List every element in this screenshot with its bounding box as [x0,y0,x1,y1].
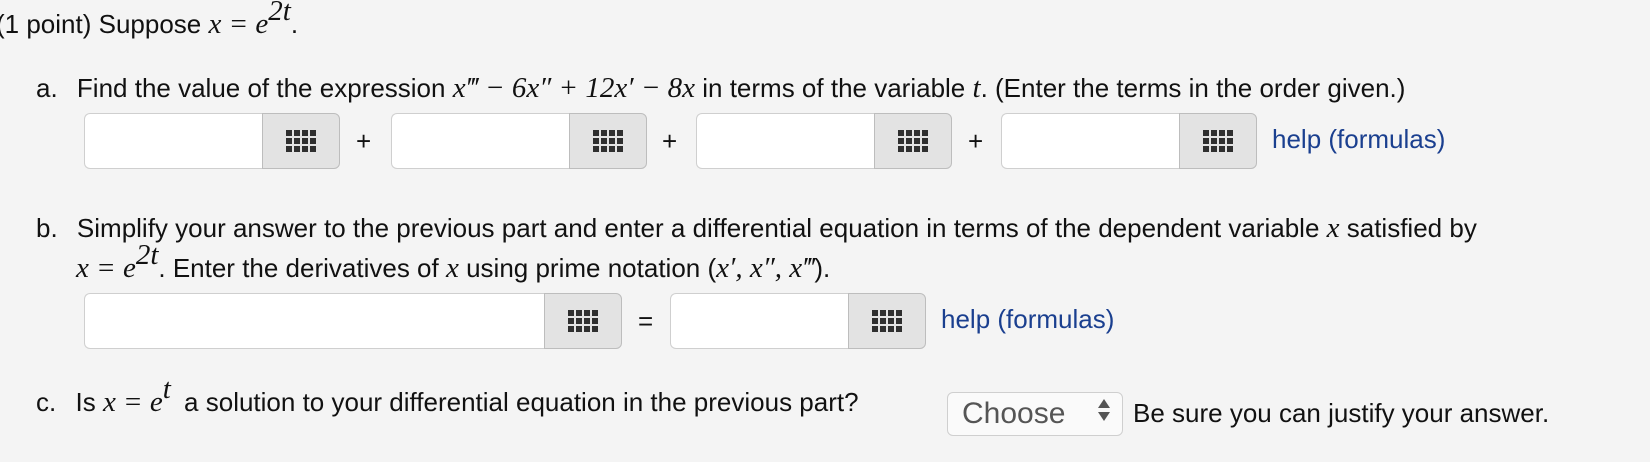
part-a-answer-2 [391,113,647,169]
equation-editor-button[interactable] [848,293,926,349]
point-label: (1 point) Suppose [0,9,202,39]
part-a-variable: t [972,72,981,104]
part-b-text-line-2: x = e2t. Enter the derivatives of x usin… [76,239,831,285]
grid-icon [1203,130,1233,152]
equation-editor-button[interactable] [569,113,647,169]
part-a-text: a. Find the value of the expression x‴ −… [36,72,1406,104]
answer-select[interactable]: Choose [947,392,1123,436]
part-b-left-input[interactable] [84,293,544,349]
equation-editor-button[interactable] [544,293,622,349]
grid-icon [568,310,598,332]
help-formulas-link[interactable]: help (formulas) [1272,124,1445,155]
help-formulas-link[interactable]: help (formulas) [941,304,1114,335]
grid-icon [286,130,316,152]
plus-sign: + [968,126,984,156]
plus-sign: + [662,126,678,156]
part-c-marker: c. [36,387,57,417]
equation-editor-button[interactable] [262,113,340,169]
plus-sign: + [356,126,372,156]
grid-icon [872,310,902,332]
select-value: Choose [962,397,1066,430]
part-a-input-2[interactable] [391,113,569,169]
part-a-answer-1 [84,113,340,169]
part-b-right-input[interactable] [670,293,848,349]
equals-sign: = [638,306,654,336]
equation-editor-button[interactable] [1179,113,1257,169]
header-exponent: 2t [268,0,291,27]
part-a-input-4[interactable] [1001,113,1179,169]
prime-notation: x′, x″, x‴ [716,252,815,284]
part-a-input-3[interactable] [696,113,874,169]
part-b-text-line-1: b. Simplify your answer to the previous … [36,212,1477,244]
header-equation: x = e [208,8,269,40]
part-a-input-1[interactable] [84,113,262,169]
equation-editor-button[interactable] [874,113,952,169]
part-a-marker: a. [36,73,58,103]
part-b-equation: x = e [76,252,136,284]
part-b-marker: b. [36,213,58,243]
grid-icon [898,130,928,152]
select-arrows-icon [1098,399,1110,421]
part-a-answer-4 [1001,113,1257,169]
part-c-equation: x = e [102,386,163,418]
part-c-text: c. Is x = et a solution to your differen… [36,373,859,419]
problem-header: (1 point) Suppose x = e2t. [0,0,298,41]
part-a-answer-3 [696,113,952,169]
part-a-expression: x‴ − 6x″ + 12x′ − 8x [452,72,696,104]
grid-icon [593,130,623,152]
part-b-left-answer [84,293,622,349]
part-c-trailing-text: Be sure you can justify your answer. [1133,398,1550,428]
part-b-right-answer [670,293,926,349]
